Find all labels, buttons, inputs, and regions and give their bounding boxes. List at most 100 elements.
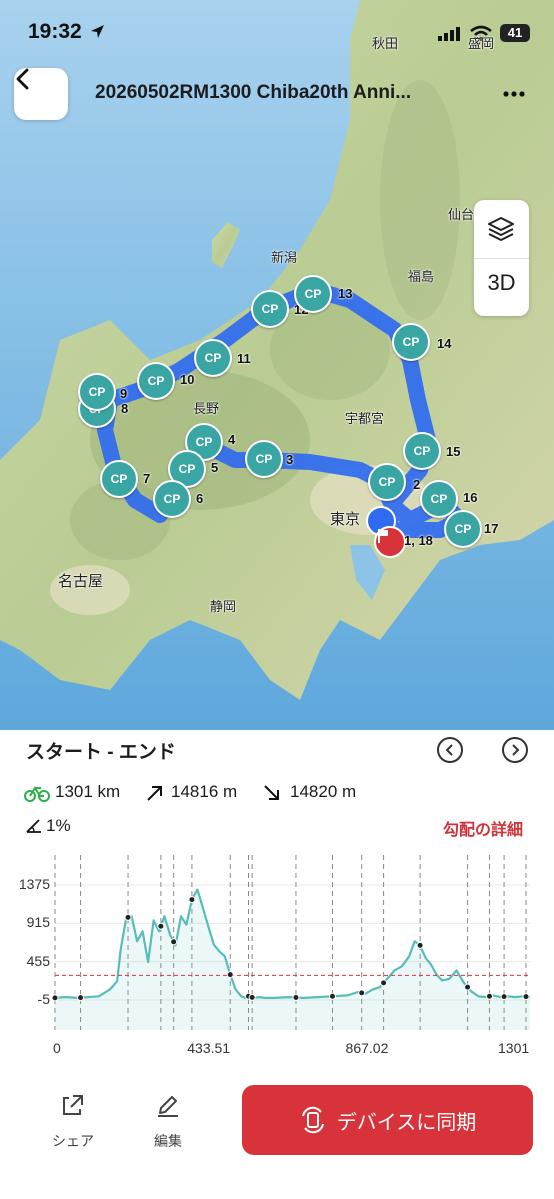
checkpoint-number: 2 [413, 477, 421, 492]
checkpoint-dot [416, 941, 424, 949]
checkpoint-number: 1, 18 [404, 533, 433, 548]
status-time: 19:32 [28, 20, 82, 43]
bicycle-icon [24, 786, 50, 802]
y-tick-label: 1375 [18, 876, 50, 892]
city-label: 秋田 [372, 36, 399, 51]
checkpoint-marker[interactable]: CP [137, 362, 175, 400]
elevation-area [55, 889, 530, 1030]
x-tick-label: 0 [53, 1040, 61, 1056]
map-controls: 3D [474, 200, 529, 316]
checkpoint-marker[interactable]: CP [153, 480, 191, 518]
checkpoint-number: 17 [484, 521, 499, 536]
sync-label: デバイスに同期 [336, 1111, 477, 1134]
checkpoint-dot [292, 994, 300, 1001]
checkpoint-number: 15 [446, 444, 461, 459]
elevation-chart[interactable] [0, 850, 554, 1030]
pencil-icon [158, 1096, 178, 1117]
sync-to-device-button[interactable]: デバイスに同期 [242, 1085, 533, 1155]
controls-divider [474, 258, 529, 259]
checkpoint-dot [522, 993, 530, 1001]
checkpoint-dot [124, 913, 132, 921]
city-label: 仙台 [448, 207, 475, 222]
checkpoint-marker[interactable]: CP [392, 323, 430, 361]
city-label: 福島 [408, 269, 435, 284]
ascent-value: 14816 m [171, 782, 238, 801]
x-tick-label: 867.02 [345, 1040, 389, 1056]
checkpoint-number: 8 [121, 401, 129, 416]
route-title: 20260502RM1300 Chiba20th Anni... [95, 82, 412, 103]
share-icon [63, 1095, 83, 1115]
y-tick-label: -5 [37, 991, 50, 1007]
more-icon [503, 91, 525, 97]
previous-segment-button[interactable] [437, 737, 463, 763]
segment-range-label: スタート - エンド [26, 742, 176, 763]
checkpoint-dot [77, 994, 85, 1002]
grade-icon [26, 819, 41, 833]
checkpoint-number: 5 [211, 460, 219, 475]
checkpoint-number: 4 [228, 432, 236, 447]
checkpoint-number: 6 [196, 491, 204, 506]
checkpoint-dot [51, 994, 59, 1002]
y-tick-label: 915 [26, 914, 50, 931]
checkpoint-dot [485, 992, 493, 1000]
chevron-left-icon [445, 744, 453, 756]
checkpoint-marker[interactable]: CP [368, 463, 406, 501]
checkpoint-number: 16 [463, 490, 478, 505]
checkpoint-marker[interactable]: CP [294, 275, 332, 313]
checkpoint-dot [358, 989, 366, 997]
location-arrow-icon [91, 25, 104, 38]
ascent-icon [147, 786, 162, 801]
checkpoint-number: 10 [180, 372, 195, 387]
layers-icon [488, 217, 514, 241]
checkpoint-number: 9 [120, 386, 128, 401]
checkpoint-marker[interactable]: CP [194, 339, 232, 377]
edit-button[interactable]: 編集 [135, 1092, 201, 1151]
battery-indicator: 41 [500, 24, 530, 42]
share-label: シェア [52, 1133, 94, 1149]
city-label: 新潟 [271, 250, 298, 265]
sync-watch-icon [301, 1106, 324, 1134]
checkpoint-number: 11 [237, 351, 251, 366]
city-label: 名古屋 [58, 573, 104, 590]
checkpoint-number: 14 [437, 336, 452, 351]
grade-detail-link[interactable]: 勾配の詳細 [443, 816, 523, 840]
chevron-right-icon [512, 744, 520, 756]
layers-button[interactable] [486, 214, 516, 244]
city-label: 宇都宮 [345, 411, 385, 426]
city-label: 静岡 [210, 599, 237, 614]
next-segment-button[interactable] [502, 737, 528, 763]
share-button[interactable]: シェア [40, 1092, 106, 1151]
descent-value: 14820 m [290, 782, 357, 801]
finish-marker[interactable] [374, 526, 406, 558]
checkpoint-marker[interactable]: CP [444, 510, 482, 548]
descent-icon [264, 785, 279, 800]
checkpoint-dot [248, 993, 256, 1001]
checkpoint-dot [170, 938, 178, 946]
checkpoint-marker[interactable]: CP [78, 373, 116, 411]
edit-label: 編集 [154, 1133, 182, 1149]
back-button[interactable] [14, 68, 68, 120]
x-tick-label: 1301 [498, 1040, 530, 1056]
signal-icon [438, 27, 460, 41]
checkpoint-dot [157, 922, 165, 930]
checkpoint-marker[interactable]: CP [251, 290, 289, 328]
checkpoint-dot [380, 979, 388, 987]
flag-icon [378, 529, 388, 543]
checkpoint-marker[interactable]: CP [245, 440, 283, 478]
map-background [0, 0, 554, 730]
chevron-left-icon [16, 68, 29, 90]
route-map[interactable]: 19:32 41 20260502RM1300 Chiba20th Anni..… [0, 0, 554, 730]
city-label: 盛岡 [468, 36, 495, 51]
3d-button[interactable]: 3D [474, 270, 529, 296]
checkpoint-number: 13 [338, 286, 353, 301]
checkpoint-number: 3 [286, 452, 294, 467]
checkpoint-dot [226, 971, 234, 979]
checkpoint-marker[interactable]: CP [403, 432, 441, 470]
grade-value: 1% [46, 816, 71, 835]
checkpoint-dot [328, 992, 336, 1000]
city-label: 長野 [193, 401, 220, 416]
more-options-button[interactable] [496, 84, 536, 104]
distance-value: 1301 km [55, 782, 121, 801]
checkpoint-marker[interactable]: CP [100, 460, 138, 498]
y-tick-label: 455 [26, 952, 50, 969]
